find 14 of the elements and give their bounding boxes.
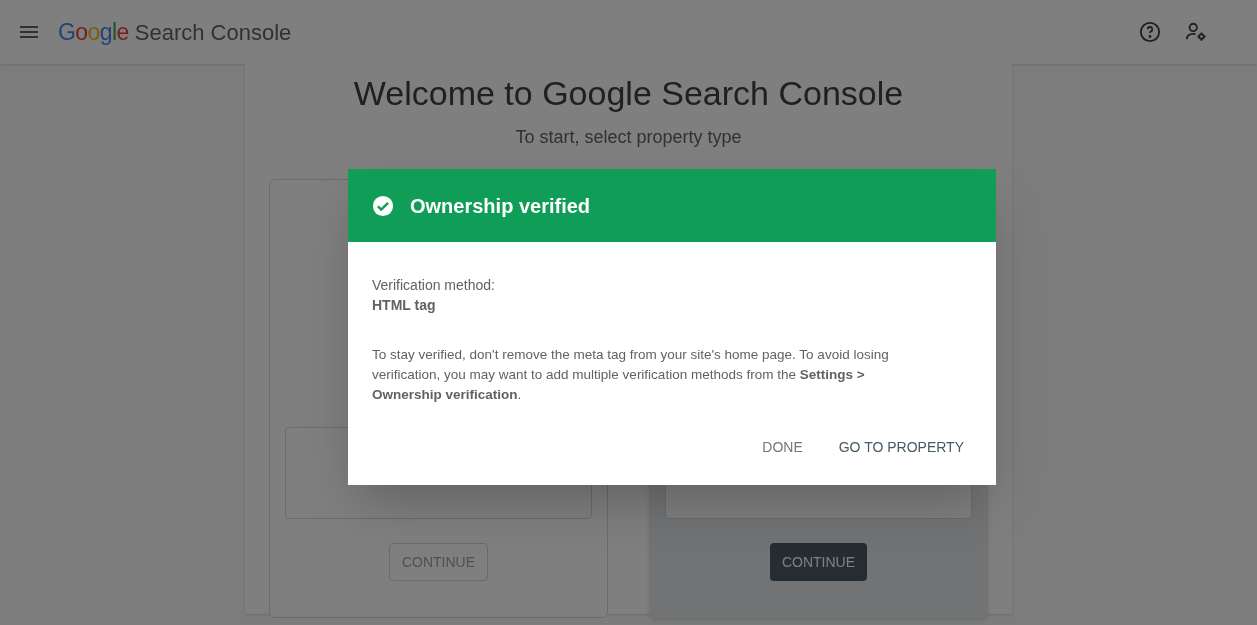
user-settings-icon[interactable] [1185, 21, 1207, 43]
method-value: HTML tag [372, 296, 437, 315]
go-to-property-button[interactable]: GO TO PROPERTY [826, 429, 976, 465]
help-icon[interactable] [1139, 21, 1161, 43]
menu-icon[interactable] [20, 26, 38, 38]
check-circle-icon [372, 194, 394, 217]
continue-button[interactable]: CONTINUE [769, 543, 868, 581]
method-label: Verification method: [372, 276, 496, 295]
product-name: Search Console [134, 18, 292, 47]
welcome-subtitle: To start, select property type [515, 126, 742, 149]
welcome-title: Welcome to Google Search Console [353, 73, 904, 114]
dialog-title: Ownership verified [410, 193, 591, 219]
logo[interactable]: Google [58, 14, 129, 50]
done-button[interactable]: DONE [750, 429, 815, 465]
